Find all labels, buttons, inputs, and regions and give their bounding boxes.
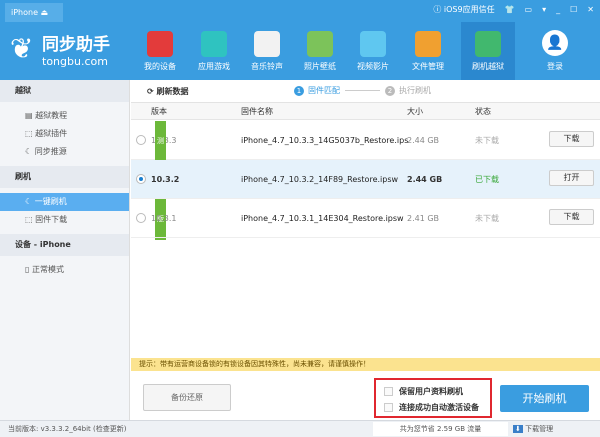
download-manager-button[interactable]: ⬇ 下载管理 <box>513 421 553 437</box>
nav-icon <box>415 31 441 57</box>
nav-icon <box>307 31 333 57</box>
nav-icon <box>360 31 386 57</box>
nav-icon <box>147 31 173 57</box>
check-update-link[interactable]: (检查更新) <box>93 425 126 433</box>
backup-restore-button[interactable]: 备份还原 <box>143 384 231 411</box>
nav-6[interactable]: 刷机越狱 <box>461 22 515 80</box>
skin-icon[interactable]: 👕 <box>505 5 515 14</box>
maximize-button[interactable]: ☐ <box>570 5 577 14</box>
row-radio[interactable] <box>136 135 146 145</box>
nav-icon <box>201 31 227 57</box>
flash-options: 保留用户资料刷机 连接成功自动激活设备 <box>374 378 492 418</box>
auto-activate-checkbox[interactable]: 连接成功自动激活设备 <box>384 399 482 415</box>
device-tab[interactable]: iPhone ⏏ <box>5 3 63 22</box>
sidebar-item-firmware-download[interactable]: ⬚ 固件下载 <box>0 211 129 229</box>
login-button[interactable]: 👤 登录 <box>532 22 578 72</box>
sidebar-section: 越狱 <box>0 80 129 102</box>
logo-icon: ❦ <box>10 32 34 65</box>
row-radio[interactable] <box>136 174 146 184</box>
table-row[interactable]: 10.3.3 Beta2测试版 iPhone_4.7_10.3.3_14G503… <box>131 121 600 240</box>
nav-1[interactable]: 应用游戏 <box>187 22 241 80</box>
sidebar-item-normal-mode[interactable]: ▯ 正常模式 <box>0 261 129 279</box>
nav-5[interactable]: 文件管理 <box>401 22 455 80</box>
status-bar: 当前版本: v3.3.3.2_64bit (检查更新) 共为您节省 2.59 G… <box>0 420 600 437</box>
sidebar: 越狱 ▤ 越狱教程 ⬚ 越狱插件 ☾ 同步推源 刷机 ☾ 一键刷机 ⬚ 固件下载… <box>0 80 130 420</box>
sidebar-item-one-click-flash[interactable]: ☾ 一键刷机 <box>0 193 129 211</box>
nav-4[interactable]: 视频影片 <box>346 22 400 80</box>
user-icon: 👤 <box>542 30 568 56</box>
sidebar-item-jailbreak-plugins[interactable]: ⬚ 越狱插件 <box>0 125 129 143</box>
download-icon: ⬇ <box>513 425 523 433</box>
row-radio[interactable] <box>136 213 146 223</box>
close-button[interactable]: ✕ <box>587 5 594 14</box>
row-action-button[interactable]: 下载 <box>549 209 594 225</box>
feedback-icon[interactable]: ▭ <box>525 5 533 14</box>
nav-0[interactable]: 我的设备 <box>133 22 187 80</box>
table-row[interactable]: 10.3.2 iPhone_4.7_10.3.2_14F89_Restore.i… <box>131 160 600 199</box>
nav-2[interactable]: 音乐铃声 <box>240 22 294 80</box>
sidebar-item-sync-source[interactable]: ☾ 同步推源 <box>0 143 129 161</box>
menu-icon[interactable]: ▾ <box>542 5 546 14</box>
sidebar-section: 刷机 <box>0 166 129 188</box>
window-controls: ⓘ iOS9应用信任 👕 ▭ ▾ _ ☐ ✕ <box>433 4 594 15</box>
keep-data-checkbox[interactable]: 保留用户资料刷机 <box>384 383 482 399</box>
nav-icon <box>475 31 501 57</box>
main-panel: ⟳ 刷新数据 1固件匹配 2执行刷机 版本 固件名称 大小 状态 10.3.3 … <box>131 80 600 420</box>
row-action-button[interactable]: 打开 <box>549 170 594 186</box>
ios9-trust-link[interactable]: ⓘ iOS9应用信任 <box>433 4 494 15</box>
sidebar-item-jailbreak-tutorial[interactable]: ▤ 越狱教程 <box>0 107 129 125</box>
row-action-button[interactable]: 下载 <box>549 131 594 147</box>
traffic-saved: 共为您节省 2.59 GB 流量 <box>373 422 508 436</box>
table-row[interactable]: 10.3.1 iPhone_4.7_10.3.1_14E304_Restore.… <box>131 199 600 238</box>
warning-tip: 提示：带有运营商设备锁的有锁设备因其特殊性，尚未兼容，请谨慎操作！ <box>131 358 600 371</box>
nav-3[interactable]: 照片壁纸 <box>293 22 347 80</box>
table-header: 版本 固件名称 大小 状态 <box>131 103 600 120</box>
sidebar-section: 设备 - iPhone <box>0 234 129 256</box>
logo: ❦ 同步助手 tongbu.com <box>10 32 110 68</box>
top-bar: iPhone ⏏ ⓘ iOS9应用信任 👕 ▭ ▾ _ ☐ ✕ ❦ 同步助手 to… <box>0 0 600 80</box>
start-flash-button[interactable]: 开始刷机 <box>500 385 589 412</box>
nav-icon <box>254 31 280 57</box>
refresh-button[interactable]: ⟳ 刷新数据 <box>147 86 189 97</box>
step-2-icon: 2 <box>385 85 395 96</box>
minimize-button[interactable]: _ <box>556 5 560 14</box>
steps: 1 固件匹配 2 执行刷机 <box>294 85 431 96</box>
step-1-icon: 1 <box>294 85 304 96</box>
